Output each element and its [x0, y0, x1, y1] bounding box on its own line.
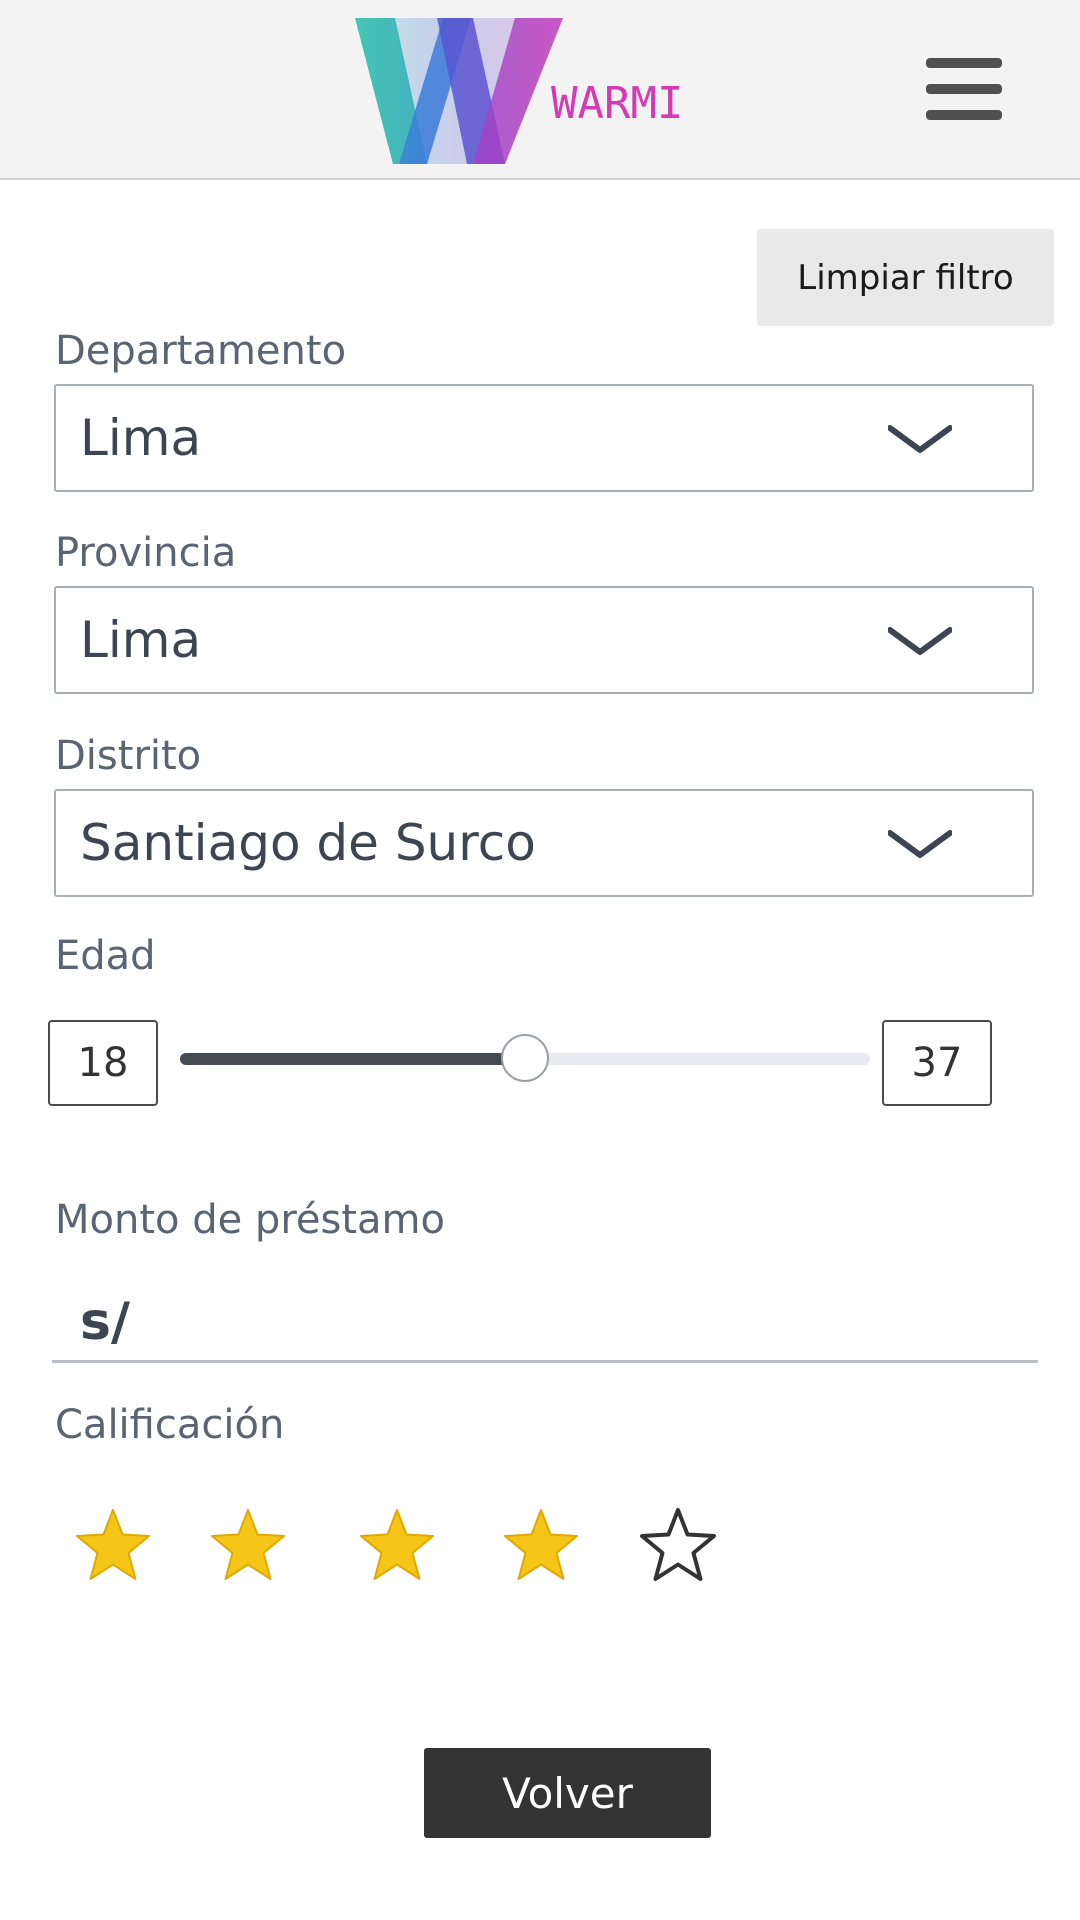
back-button[interactable]: Volver [424, 1748, 711, 1838]
distrito-select[interactable]: Santiago de Surco [54, 789, 1034, 897]
provincia-select[interactable]: Lima [54, 586, 1034, 694]
warmi-logo: WARMI [355, 16, 685, 171]
clear-filter-button[interactable]: Limpiar filtro [757, 229, 1054, 326]
provincia-label: Provincia [55, 530, 237, 576]
hamburger-menu-icon[interactable] [926, 58, 1004, 120]
monto-label: Monto de préstamo [55, 1197, 445, 1243]
currency-prefix: s/ [80, 1292, 130, 1352]
star-filled-icon[interactable] [208, 1506, 288, 1586]
loan-amount-field[interactable]: s/ [52, 1282, 1038, 1363]
filter-page: WARMI Limpiar filtro Departamento Lima P… [0, 0, 1080, 1920]
calificacion-label: Calificación [55, 1402, 285, 1448]
age-min-input[interactable]: 18 [48, 1020, 158, 1106]
provincia-value: Lima [80, 611, 202, 669]
star-filled-icon[interactable] [501, 1506, 581, 1586]
age-slider-handle[interactable] [501, 1034, 549, 1082]
chevron-down-icon [888, 830, 952, 858]
departamento-value: Lima [80, 409, 202, 467]
app-header: WARMI [0, 0, 1080, 180]
age-slider-fill [180, 1053, 525, 1065]
star-empty-icon[interactable] [638, 1506, 718, 1586]
brand-name: WARMI [551, 78, 684, 129]
edad-label: Edad [55, 933, 156, 979]
distrito-value: Santiago de Surco [80, 814, 536, 872]
chevron-down-icon [888, 627, 952, 655]
chevron-down-icon [888, 425, 952, 453]
distrito-label: Distrito [55, 733, 202, 779]
departamento-label: Departamento [55, 328, 347, 374]
departamento-select[interactable]: Lima [54, 384, 1034, 492]
star-filled-icon[interactable] [73, 1506, 153, 1586]
age-max-input[interactable]: 37 [882, 1020, 992, 1106]
star-filled-icon[interactable] [357, 1506, 437, 1586]
